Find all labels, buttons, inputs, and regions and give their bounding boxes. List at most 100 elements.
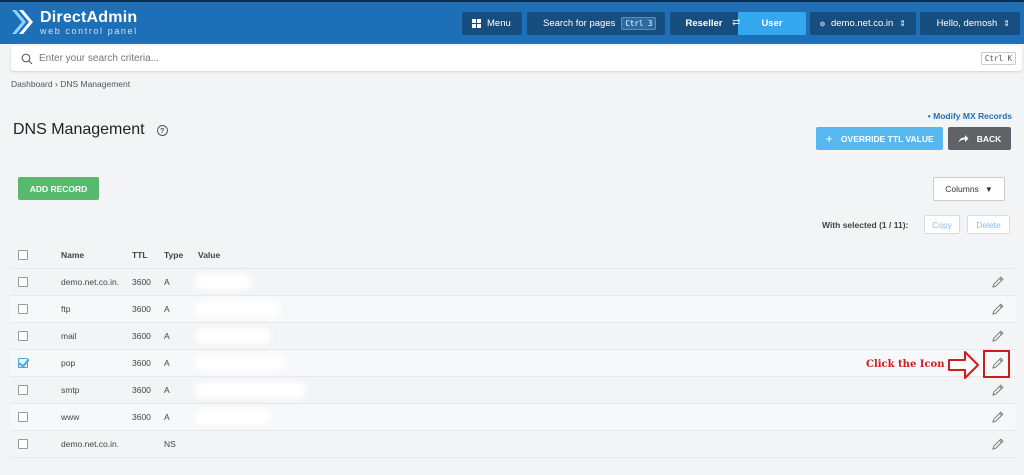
selection-count: With selected (1 / 11): [822, 220, 909, 230]
modify-mx-link[interactable]: • Modify MX Records [928, 111, 1012, 121]
edit-record-button[interactable] [981, 323, 1015, 349]
columns-dropdown[interactable]: Columns ▼ [933, 177, 1005, 201]
plus-icon: + [825, 131, 833, 146]
pencil-icon [992, 276, 1004, 288]
table-row: mail 3600 A [11, 323, 1015, 350]
pencil-icon [992, 411, 1004, 423]
search-shortcut: Ctrl K [980, 52, 1016, 65]
record-value-redacted [198, 269, 981, 295]
header-type[interactable]: Type [164, 250, 198, 260]
updown-icon: ⇕ [899, 19, 906, 28]
record-name: mail [61, 331, 77, 341]
table-row: demo.net.co.in. NS [11, 431, 1015, 458]
record-name: demo.net.co.in. [61, 277, 120, 287]
record-value-redacted [198, 404, 981, 430]
breadcrumb-current: DNS Management [60, 79, 131, 89]
user-icon [930, 23, 931, 24]
role-toggle[interactable]: Reseller User ⇄ [670, 12, 806, 35]
search-pages-shortcut: Ctrl 3 [621, 17, 657, 30]
edit-record-button[interactable] [981, 404, 1015, 430]
reseller-option[interactable]: Reseller [670, 12, 738, 35]
row-checkbox-checked[interactable] [18, 358, 28, 368]
back-label: BACK [976, 133, 1002, 144]
record-name: www [61, 412, 80, 422]
user-option[interactable]: User [738, 12, 806, 35]
table-row: smtp 3600 A [11, 377, 1015, 404]
pencil-icon [992, 438, 1004, 450]
edit-record-button[interactable] [981, 431, 1015, 457]
callout-arrow-icon [948, 351, 979, 379]
edit-record-button[interactable] [981, 269, 1015, 295]
search-pages-label: Search for pages [543, 18, 616, 29]
global-search: Ctrl K [11, 46, 1022, 71]
record-type: NS [164, 439, 176, 449]
copy-button[interactable]: Copy [924, 215, 960, 234]
row-checkbox[interactable] [18, 412, 28, 422]
user-menu[interactable]: Hello, demosh ⇕ [920, 12, 1020, 35]
caret-down-icon: ▼ [984, 184, 993, 194]
logo-chevron-icon [10, 8, 34, 36]
row-checkbox[interactable] [18, 277, 28, 287]
record-value-redacted [198, 323, 981, 349]
add-record-button[interactable]: ADD RECORD [18, 177, 99, 200]
row-checkbox[interactable] [18, 304, 28, 314]
updown-icon: ⇕ [1003, 19, 1010, 28]
swap-icon: ⇄ [732, 17, 741, 28]
dns-records-table: Name TTL Type Value demo.net.co.in. 3600… [11, 242, 1015, 458]
table-row: pop 3600 A [11, 350, 1015, 377]
record-name: demo.net.co.in. [61, 439, 120, 449]
back-button[interactable]: BACK [948, 127, 1011, 150]
top-header: DirectAdmin web control panel Menu Searc… [0, 0, 1024, 44]
record-type: A [164, 304, 170, 314]
edit-record-button[interactable] [981, 377, 1015, 403]
callout-highlight-box [983, 350, 1010, 378]
search-input[interactable] [33, 53, 981, 64]
page-title-text: DNS Management [13, 121, 145, 138]
table-row: ftp 3600 A [11, 296, 1015, 323]
greeting-label: Hello, demosh [936, 18, 998, 29]
globe-icon [820, 21, 825, 26]
record-ttl: 3600 [132, 358, 151, 368]
record-type: A [164, 277, 170, 287]
page-title: DNS Management ? [13, 121, 168, 139]
header-ttl[interactable]: TTL [132, 250, 164, 260]
help-icon[interactable]: ? [156, 124, 168, 136]
grid-icon [472, 19, 481, 28]
record-name: ftp [61, 304, 71, 314]
menu-label: Menu [487, 18, 511, 29]
select-all-checkbox[interactable] [18, 250, 28, 260]
pencil-icon [992, 303, 1004, 315]
override-ttl-label: OVERRIDE TTL VALUE [840, 133, 934, 144]
search-icon [21, 53, 33, 64]
callout-text: Click the Icon [866, 359, 945, 370]
header-value[interactable]: Value [198, 242, 981, 268]
breadcrumb: Dashboard › DNS Management [11, 79, 130, 89]
pencil-icon [992, 384, 1004, 396]
domain-label: demo.net.co.in [830, 18, 894, 29]
breadcrumb-dashboard[interactable]: Dashboard [11, 79, 53, 89]
record-value-redacted [198, 377, 981, 403]
record-name: smtp [61, 385, 80, 395]
table-row: demo.net.co.in. 3600 A [11, 269, 1015, 296]
brand-subtitle: web control panel [40, 25, 138, 36]
row-checkbox[interactable] [18, 331, 28, 341]
record-name: pop [61, 358, 76, 368]
brand-logo[interactable]: DirectAdmin web control panel [10, 8, 138, 36]
edit-record-button[interactable] [981, 296, 1015, 322]
header-name[interactable]: Name [61, 250, 132, 260]
brand-title: DirectAdmin [40, 8, 138, 26]
record-ttl: 3600 [132, 385, 151, 395]
record-ttl: 3600 [132, 304, 151, 314]
record-type: A [164, 412, 170, 422]
search-pages-button[interactable]: Search for pages Ctrl 3 [527, 12, 665, 35]
record-type: A [164, 358, 170, 368]
domain-selector[interactable]: demo.net.co.in ⇕ [810, 12, 916, 35]
row-checkbox[interactable] [18, 385, 28, 395]
breadcrumb-separator: › [54, 79, 58, 89]
menu-button[interactable]: Menu [462, 12, 522, 35]
delete-button[interactable]: Delete [967, 215, 1010, 234]
row-checkbox[interactable] [18, 439, 28, 449]
override-ttl-button[interactable]: + OVERRIDE TTL VALUE [816, 127, 943, 150]
pencil-icon [992, 330, 1004, 342]
record-ttl: 3600 [132, 331, 151, 341]
